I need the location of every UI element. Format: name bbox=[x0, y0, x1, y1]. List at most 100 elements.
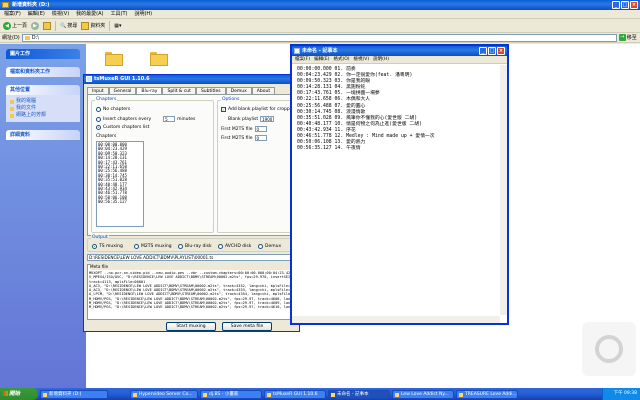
notepad-title: 未命名 - 記事本 bbox=[302, 48, 338, 54]
blank-playlist-input[interactable]: 1900 bbox=[260, 116, 275, 122]
output-bluray-option[interactable]: Blu-ray disk bbox=[178, 244, 212, 249]
demux-radio[interactable] bbox=[258, 244, 263, 249]
address-input[interactable]: D:\ bbox=[21, 33, 617, 42]
up-folder-button[interactable] bbox=[43, 21, 52, 30]
file-tasks-box: 檔案和資料夾工作 bbox=[6, 67, 80, 77]
menu-favorites[interactable]: 我的最愛(A) bbox=[76, 10, 103, 18]
back-button[interactable]: ◀ 上一頁 bbox=[3, 21, 27, 30]
menu-format[interactable]: 格式(O) bbox=[333, 56, 349, 63]
add-blank-checkbox[interactable]: ✓ bbox=[221, 107, 226, 112]
demux-label: Demux bbox=[265, 244, 282, 249]
no-chapters-option[interactable]: No chapters bbox=[96, 107, 130, 112]
tab-about[interactable]: About bbox=[251, 87, 276, 94]
custom-chapters-option[interactable]: Custom chapters list bbox=[96, 125, 149, 130]
taskbar-button[interactable]: dj.BS - 小畫家 bbox=[200, 389, 262, 399]
menu-edit[interactable]: 編輯(E) bbox=[28, 10, 45, 18]
picture-tasks-box: 圖片工作 bbox=[6, 49, 80, 59]
meta-file-label: Meta file bbox=[90, 264, 296, 270]
taskbar-button[interactable]: 新增資料夾 (D:) bbox=[40, 389, 108, 399]
go-button[interactable]: → 移至 bbox=[618, 34, 637, 41]
tsmuxer-title-bar[interactable]: tsMuxeR GUI 1.10.6 bbox=[84, 75, 299, 84]
avchd-disk-radio[interactable] bbox=[218, 244, 223, 249]
minimize-button[interactable]: _ bbox=[612, 1, 620, 9]
ts-muxing-radio[interactable] bbox=[92, 244, 97, 249]
close-button[interactable]: × bbox=[630, 1, 638, 9]
close-button[interactable]: × bbox=[497, 47, 505, 55]
output-demux-option[interactable]: Demux bbox=[258, 244, 281, 249]
second-m2ts-input[interactable]: 0 bbox=[254, 135, 267, 141]
start-button[interactable]: 開始 bbox=[0, 388, 38, 400]
chapter-item[interactable]: 00:56:35.127 bbox=[98, 199, 142, 204]
m2ts-muxing-label: M2TS muxing bbox=[141, 244, 172, 249]
taskbar-button[interactable]: 未命名 - 記事本 bbox=[328, 389, 390, 399]
address-value: D:\ bbox=[31, 34, 39, 41]
notepad-title-bar[interactable]: 未命名 - 記事本 _ □ × bbox=[292, 46, 507, 56]
menu-view[interactable]: 檢視(V) bbox=[354, 56, 370, 63]
tab-input[interactable]: Input bbox=[87, 87, 109, 94]
task-label: tsMuxeR GUI 1.10.6 bbox=[273, 391, 318, 397]
start-muxing-button[interactable]: Start muxing bbox=[166, 322, 216, 331]
documents-icon bbox=[10, 106, 14, 111]
insert-every-option[interactable]: Insert chapters every 5 minutes bbox=[96, 116, 195, 122]
m2ts-muxing-radio[interactable] bbox=[134, 244, 139, 249]
no-chapters-radio[interactable] bbox=[96, 107, 101, 112]
maximize-button[interactable]: □ bbox=[488, 47, 496, 55]
menu-file[interactable]: 檔案(F) bbox=[4, 10, 21, 18]
system-tray-clock[interactable]: 下午 09:38 bbox=[602, 388, 640, 400]
other-place-my-documents[interactable]: 我的文件 bbox=[10, 105, 76, 112]
bluray-panel: Chapters No chapters Insert chapters eve… bbox=[87, 94, 309, 236]
folder-item[interactable] bbox=[105, 52, 123, 66]
insert-every-radio[interactable] bbox=[96, 116, 101, 122]
folder-item[interactable] bbox=[150, 52, 168, 66]
taskbar-button[interactable]: Hypervideo Server Co... bbox=[130, 389, 198, 399]
explorer-title-bar[interactable]: 新增資料夾 (D:) _ □ × bbox=[0, 0, 640, 10]
picture-tasks-header[interactable]: 圖片工作 bbox=[6, 49, 80, 59]
tab-subtitles[interactable]: Subtitles bbox=[195, 87, 226, 94]
meta-file-box: Meta file MUXOPT --no-pcr-on-video-pid -… bbox=[87, 264, 297, 320]
menu-file[interactable]: 檔案(F) bbox=[295, 56, 310, 63]
folders-button[interactable]: 資料夾 bbox=[81, 21, 105, 30]
minutes-input[interactable]: 5 bbox=[163, 116, 176, 122]
menu-help[interactable]: 說明(H) bbox=[373, 56, 389, 63]
menu-edit[interactable]: 編輯(E) bbox=[314, 56, 329, 63]
output-path-input[interactable]: D:\RESIDENCE\LEW LOVE ADDICT\BDMV\PLAYLI… bbox=[87, 254, 294, 261]
output-ts-option[interactable]: TS muxing bbox=[92, 244, 123, 249]
chapters-list[interactable]: 00:00:00.000 00:04:23.429 00:09:50.323 0… bbox=[96, 141, 144, 227]
notepad-text-area[interactable]: 00:00:00.000 01. 前奏 00:04:23.429 02. 你一定… bbox=[297, 67, 502, 152]
address-bar: 網址(D) D:\ → 移至 bbox=[0, 33, 640, 43]
vertical-scrollbar[interactable] bbox=[500, 65, 507, 315]
menu-view[interactable]: 檢視(V) bbox=[52, 10, 69, 18]
forward-button[interactable]: ▶ bbox=[31, 21, 40, 30]
save-meta-file-button[interactable]: Save meta file bbox=[222, 322, 272, 331]
tab-demux[interactable]: Demux bbox=[225, 87, 252, 94]
other-place-my-computer[interactable]: 我的電腦 bbox=[10, 98, 76, 105]
second-m2ts-label: First M2TS file bbox=[221, 135, 253, 141]
other-places-header[interactable]: 其他位置 bbox=[6, 85, 80, 95]
maximize-button[interactable]: □ bbox=[621, 1, 629, 9]
output-avchd-option[interactable]: AVCHD disk bbox=[218, 244, 251, 249]
menu-help[interactable]: 說明(H) bbox=[134, 10, 152, 18]
taskbar-button[interactable]: Lew Love Addict Ny... bbox=[392, 389, 454, 399]
search-button[interactable]: 🔍 搜尋 bbox=[60, 22, 77, 30]
custom-chapters-radio[interactable] bbox=[96, 125, 101, 130]
first-m2ts-label: First M2TS file bbox=[221, 126, 253, 132]
tab-split-cut[interactable]: Split & cut bbox=[162, 87, 196, 94]
meta-file-text[interactable]: MUXOPT --no-pcr-on-video-pid --new-audio… bbox=[89, 271, 296, 319]
menu-tools[interactable]: 工具(T) bbox=[111, 10, 128, 18]
details-header[interactable]: 詳細資料 bbox=[6, 130, 80, 140]
horizontal-scrollbar[interactable] bbox=[292, 316, 500, 323]
views-button[interactable]: ▦▾ bbox=[114, 23, 121, 29]
ts-muxing-label: TS muxing bbox=[99, 244, 123, 249]
notepad-window: 未命名 - 記事本 _ □ × 檔案(F) 編輯(E) 格式(O) 檢視(V) … bbox=[290, 44, 509, 325]
first-m2ts-input[interactable]: 0 bbox=[254, 126, 267, 132]
file-tasks-header[interactable]: 檔案和資料夾工作 bbox=[6, 67, 80, 77]
tab-general[interactable]: General bbox=[108, 87, 137, 94]
views-icon: ▦▾ bbox=[114, 22, 122, 29]
minimize-button[interactable]: _ bbox=[479, 47, 487, 55]
taskbar-button[interactable]: tsMuxeR GUI 1.10.6 bbox=[264, 389, 326, 399]
other-place-network[interactable]: 網路上的芳鄰 bbox=[10, 112, 76, 119]
output-m2ts-option[interactable]: M2TS muxing bbox=[134, 244, 172, 249]
folder-icon bbox=[43, 392, 47, 397]
bluray-disk-radio[interactable] bbox=[178, 244, 183, 249]
taskbar-button[interactable]: TREASURE Love Addi... bbox=[456, 389, 518, 399]
